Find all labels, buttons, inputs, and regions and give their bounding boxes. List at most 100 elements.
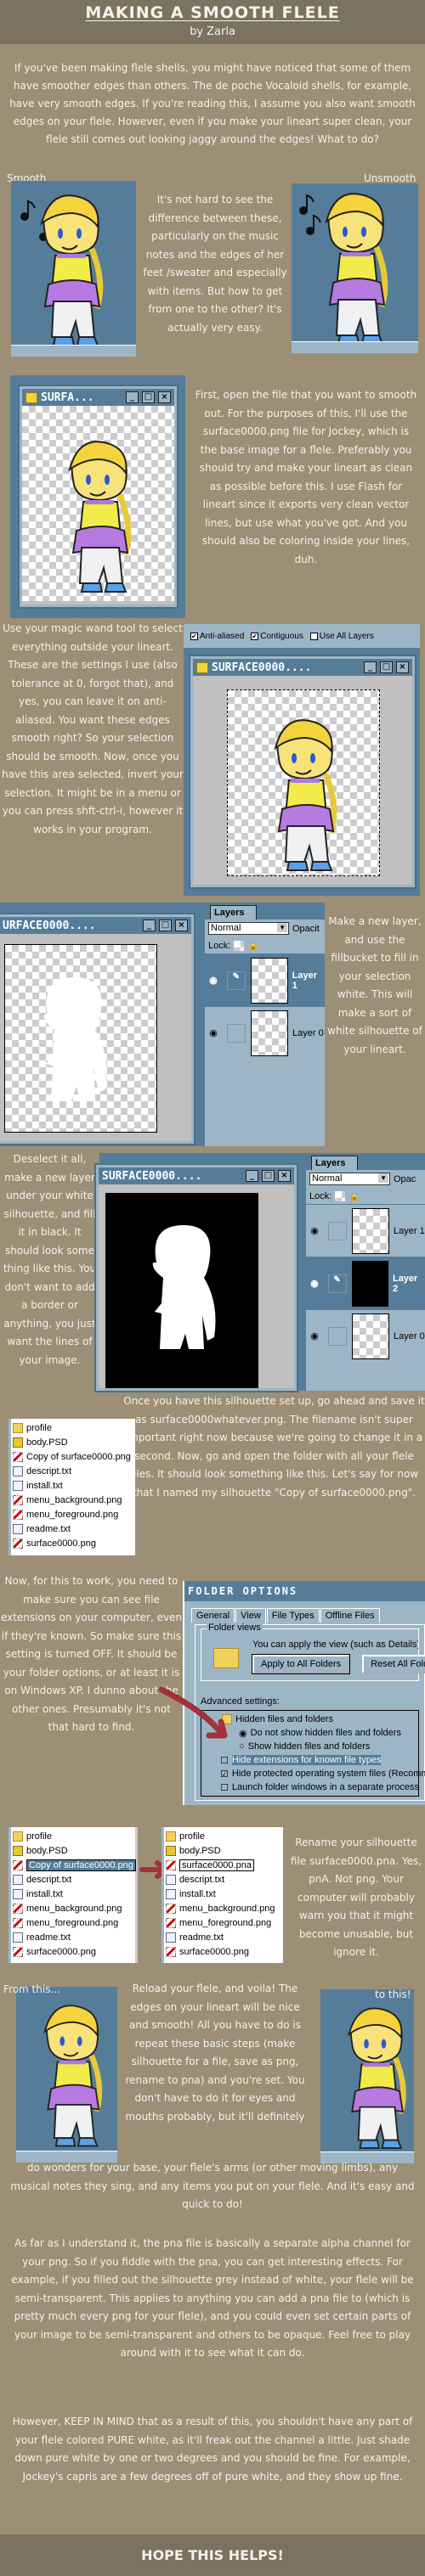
eye-icon[interactable]: ◉	[306, 1278, 323, 1289]
psd-file-icon	[166, 1845, 176, 1856]
file-item[interactable]: descript.txt	[166, 1872, 281, 1887]
file-item[interactable]: body.PSD	[166, 1843, 281, 1858]
layers-tab[interactable]: Layers	[311, 1156, 359, 1170]
file-name: menu_background.png	[26, 1903, 122, 1914]
setting-label: Show hidden files and folders	[247, 1741, 371, 1752]
txt-file-icon	[13, 1888, 23, 1899]
file-item[interactable]: body.PSD	[13, 1843, 133, 1858]
layer-row[interactable]: ◉ Layer 0	[205, 1006, 325, 1059]
setting-checkbox[interactable]: ☐ Hide extensions for known file types	[220, 1753, 418, 1767]
setting-checkbox[interactable]: ☐ Launch folder windows in a separate pro…	[220, 1780, 419, 1794]
file-name: Copy of surface0000.png	[26, 1451, 131, 1462]
file-name: readme.txt	[26, 1932, 71, 1943]
layer-row[interactable]: ◉ Layer 1	[306, 1204, 425, 1257]
reset-all-folders-button[interactable]: Reset All Folders	[362, 1655, 425, 1673]
photoshop-panel-4: SURFACE0000.... _ □× Layers Normal Opac Loc…	[94, 1153, 425, 1392]
contiguous-checkbox[interactable]: ✔ Contiguous	[251, 632, 303, 641]
setting-label: Do not show hidden files and folders	[250, 1728, 401, 1738]
file-item[interactable]: menu_foreground.png	[13, 1915, 133, 1930]
layer-name: Layer 0	[394, 1330, 425, 1341]
transparent-canvas	[22, 406, 174, 601]
png-file-icon	[13, 1494, 23, 1505]
close-button[interactable]: ×	[396, 661, 409, 673]
close-button[interactable]: ×	[175, 920, 188, 931]
tab-file-types[interactable]: File Types	[266, 1608, 320, 1623]
file-item[interactable]: menu_foreground.png	[13, 1507, 133, 1521]
file-item[interactable]: menu_background.png	[13, 1901, 133, 1915]
eye-icon[interactable]: ◉	[306, 1225, 323, 1236]
tab-general[interactable]: General	[191, 1608, 235, 1623]
anti-aliased-checkbox[interactable]: ✔ Anti-aliased	[190, 632, 244, 641]
file-item[interactable]: menu_foreground.png	[166, 1915, 281, 1930]
maximize-button[interactable]: □	[262, 1170, 275, 1182]
file-item[interactable]: readme.txt	[13, 1930, 133, 1944]
layer-row[interactable]: ◉ Layer 0	[306, 1309, 425, 1362]
file-item[interactable]: menu_background.png	[13, 1493, 133, 1507]
layer-row[interactable]: ◉ ✎ Layer 1	[205, 953, 325, 1006]
lock-transparency-icon[interactable]	[335, 1190, 346, 1201]
layers-tab[interactable]: Layers	[210, 905, 258, 920]
file-name: body.PSD	[179, 1845, 221, 1856]
apply-to-all-folders-button[interactable]: Apply to All Folders	[251, 1654, 351, 1674]
file-item[interactable]: descript.txt	[13, 1872, 133, 1887]
file-item[interactable]: surface0000.png	[13, 1536, 133, 1550]
file-item[interactable]: profile	[13, 1420, 133, 1435]
file-item[interactable]: Copy of surface0000.png	[13, 1858, 136, 1872]
file-item[interactable]: surface0000.png	[13, 1944, 133, 1959]
file-item[interactable]: body.PSD	[13, 1435, 133, 1449]
unsmooth-label: Unsmooth	[364, 172, 416, 184]
maximize-button[interactable]: □	[159, 920, 172, 931]
file-item[interactable]: install.txt	[13, 1887, 133, 1901]
png-file-icon	[13, 1451, 23, 1462]
folder-file-icon	[13, 1831, 23, 1842]
txt-file-icon	[166, 1874, 176, 1885]
minimize-button[interactable]: _	[364, 661, 377, 673]
maximize-button[interactable]: □	[142, 391, 155, 403]
file-item[interactable]: Copy of surface0000.png	[13, 1449, 133, 1464]
file-name: install.txt	[26, 1480, 63, 1491]
maximize-button[interactable]: □	[380, 661, 393, 673]
eye-icon[interactable]: ◉	[205, 975, 222, 986]
lock-label: Lock:	[309, 1190, 332, 1201]
setting-checkbox[interactable]: ☑ Hide protected operating system files (…	[220, 1767, 425, 1780]
close-button[interactable]: ×	[278, 1170, 291, 1182]
warning-note: However, KEEP IN MIND that as a result o…	[12, 2416, 413, 2483]
minimize-button[interactable]: _	[126, 391, 139, 403]
result-text-continued: do wonders for your base, your flele's a…	[10, 2162, 415, 2210]
setting-radio[interactable]: ○ Show hidden files and folders	[220, 1740, 418, 1753]
minimize-button[interactable]: _	[143, 920, 156, 931]
file-item[interactable]: install.txt	[13, 1478, 133, 1493]
setting-folder: Hidden files and folders	[220, 1713, 418, 1726]
file-item[interactable]: profile	[13, 1829, 133, 1843]
image-window: SURFA... _ □ ×	[18, 385, 178, 609]
minimize-button[interactable]: _	[246, 1170, 258, 1182]
eye-icon[interactable]: ◉	[205, 1027, 222, 1038]
eye-icon[interactable]: ◉	[306, 1330, 323, 1341]
use-all-layers-checkbox[interactable]: Use All Layers	[309, 632, 374, 641]
file-item[interactable]: descript.txt	[13, 1464, 133, 1478]
layer-row[interactable]: ◉ ✎ Layer 2	[306, 1257, 425, 1309]
file-item[interactable]: readme.txt	[166, 1930, 281, 1944]
file-item[interactable]: profile	[166, 1829, 281, 1843]
blend-mode-select[interactable]: Normal	[309, 1173, 390, 1185]
to-this-label: to this!	[375, 1988, 411, 2000]
blend-mode-select[interactable]: Normal	[208, 922, 289, 935]
step2-text: Use your magic wand tool to select every…	[2, 622, 184, 835]
file-name: surface0000.png	[26, 1946, 96, 1957]
file-item[interactable]: install.txt	[166, 1887, 281, 1901]
unsmooth-example-image	[292, 183, 418, 353]
file-item[interactable]: readme.txt	[13, 1521, 133, 1536]
image-window: SURFACE0000.... _ □ ×	[94, 1163, 298, 1392]
close-button[interactable]: ×	[158, 391, 171, 403]
image-window: SURFACE0000.... _ □ ×	[189, 655, 416, 889]
lock-all-icon[interactable]: 🔒	[247, 940, 259, 951]
file-item[interactable]: surface0000.png	[166, 1944, 281, 1959]
file-item[interactable]: surface0000.pna	[166, 1858, 281, 1872]
file-item[interactable]: menu_background.png	[166, 1901, 281, 1915]
magic-wand-options-bar: ✔ Anti-aliased ✔ Contiguous Use All Layers	[184, 624, 420, 650]
lock-transparency-icon[interactable]	[234, 940, 245, 951]
tab-offline-files[interactable]: Offline Files	[320, 1608, 380, 1623]
lock-all-icon[interactable]: 🔒	[348, 1190, 360, 1201]
txt-file-icon	[166, 1888, 176, 1899]
setting-radio[interactable]: ◉ Do not show hidden files and folders	[220, 1726, 418, 1740]
